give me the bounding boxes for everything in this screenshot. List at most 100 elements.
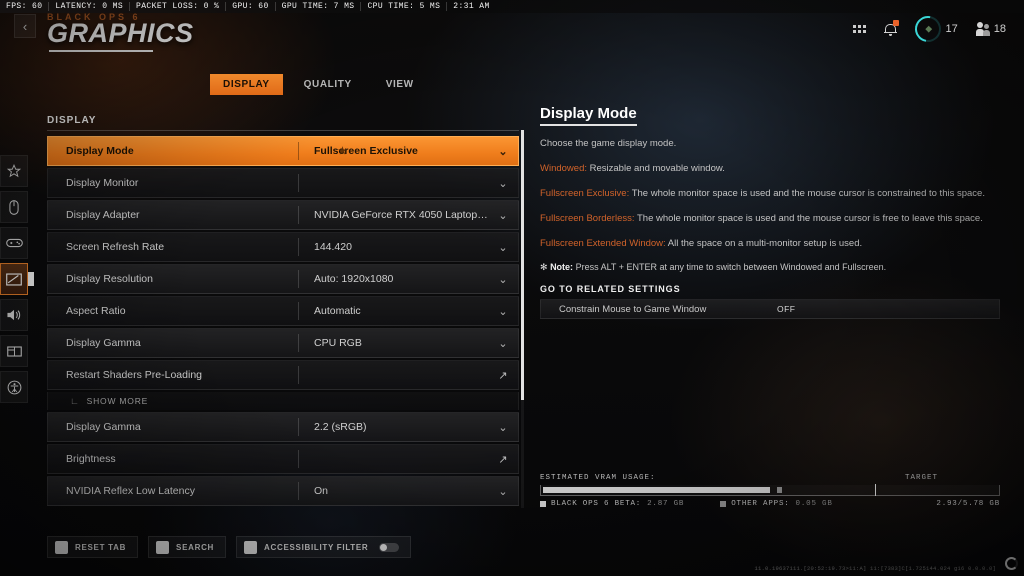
notifications-button[interactable] <box>883 19 899 37</box>
detail-mode-text: The whole monitor space is used and the … <box>631 187 985 199</box>
sidebar-item-general[interactable] <box>0 155 28 187</box>
settings-list: DISPLAY Display Mode ★ Fullscreen Exclus… <box>47 115 519 508</box>
search-label: SEARCH <box>176 542 215 552</box>
detail-mode-fullscreen-extended-window: Fullscreen Extended Window: All the spac… <box>540 238 1000 250</box>
graphics-settings-screen: FPS: 60 LATENCY: 0 MS PACKET LOSS: 0 % G… <box>0 0 1024 576</box>
show-more-button[interactable]: ∟ SHOW MORE <box>47 392 519 410</box>
detail-mode-key: Fullscreen Extended Window: <box>540 237 666 249</box>
star-icon <box>7 164 21 178</box>
external-link-icon[interactable]: ↗ <box>488 369 518 382</box>
vram-legend-other: OTHER APPS: 0.05 GB <box>720 500 832 508</box>
setting-label: Display Adapter <box>66 209 140 221</box>
bell-icon <box>883 19 899 37</box>
chevron-down-icon[interactable]: ⌄ <box>488 421 518 434</box>
vram-usage-meter: ESTIMATED VRAM USAGE: TARGET BLACK OPS 6… <box>540 474 1000 508</box>
detail-note-label: Note: <box>550 262 574 273</box>
favorite-star-icon[interactable]: ★ <box>338 146 347 157</box>
setting-row-restart-shaders-preloading[interactable]: Restart Shaders Pre-Loading ↗ <box>47 360 519 390</box>
search-button[interactable]: SEARCH <box>148 536 227 558</box>
chevron-down-icon[interactable]: ⌄ <box>488 209 518 222</box>
setting-label: Display Resolution <box>66 273 153 285</box>
setting-label: Screen Refresh Rate <box>66 241 165 253</box>
vram-target-label: TARGET <box>904 474 938 482</box>
external-link-icon[interactable]: ↗ <box>488 453 518 466</box>
stat-clock: 2:31 AM <box>446 2 495 11</box>
scrollbar-thumb[interactable] <box>521 130 524 400</box>
notification-badge <box>892 19 899 26</box>
detail-note-text: Press ALT + ENTER at any time to switch … <box>575 262 887 273</box>
vram-game-value: 2.87 GB <box>647 500 685 508</box>
tab-quality[interactable]: QUALITY <box>291 74 365 95</box>
list-section-title: DISPLAY <box>47 115 519 131</box>
accessibility-filter-button[interactable]: ACCESSIBILITY FILTER <box>236 536 412 558</box>
setting-value: 2.2 (sRGB) <box>314 421 367 433</box>
sidebar-item-controller[interactable] <box>0 227 28 259</box>
tab-display-label: DISPLAY <box>223 79 270 90</box>
setting-row-screen-refresh-rate[interactable]: Screen Refresh Rate 144.420 ⌄ <box>47 232 519 262</box>
setting-row-aspect-ratio[interactable]: Aspect Ratio Automatic ⌄ <box>47 296 519 326</box>
grid-icon <box>852 25 866 33</box>
setting-row-display-mode[interactable]: Display Mode ★ Fullscreen Exclusive ⌄ <box>47 136 519 166</box>
chevron-down-icon[interactable]: ⌄ <box>488 337 518 350</box>
setting-value: Automatic <box>314 305 361 317</box>
tab-display[interactable]: DISPLAY <box>210 74 283 95</box>
interface-icon <box>6 345 22 357</box>
related-setting-constrain-mouse[interactable]: Constrain Mouse to Game Window OFF <box>540 299 1000 320</box>
tab-quality-label: QUALITY <box>303 79 352 90</box>
asterisk-icon: ✻ <box>540 262 548 273</box>
display-icon <box>6 272 22 286</box>
accessibility-filter-toggle[interactable] <box>379 542 400 552</box>
setting-row-display-resolution[interactable]: Display Resolution Auto: 1920x1080 ⌄ <box>47 264 519 294</box>
legend-swatch-game <box>540 501 546 507</box>
vram-game-label: BLACK OPS 6 BETA: <box>551 500 642 508</box>
setting-row-display-gamma-srgb[interactable]: Display Gamma 2.2 (sRGB) ⌄ <box>47 412 519 442</box>
chevron-down-icon[interactable]: ⌄ <box>488 145 518 158</box>
reset-tab-button[interactable]: RESET TAB <box>47 536 139 558</box>
chevron-down-icon[interactable]: ⌄ <box>488 305 518 318</box>
settings-scrollbar[interactable] <box>521 130 524 508</box>
setting-row-nvidia-reflex-low-latency[interactable]: NVIDIA Reflex Low Latency On ⌄ <box>47 476 519 506</box>
setting-row-display-gamma[interactable]: Display Gamma CPU RGB ⌄ <box>47 328 519 358</box>
sidebar-item-controls[interactable] <box>0 191 28 223</box>
chevron-down-icon[interactable]: ⌄ <box>488 241 518 254</box>
sidebar-item-graphics[interactable] <box>0 263 28 295</box>
setting-label: Display Gamma <box>66 421 141 433</box>
setting-value: Auto: 1920x1080 <box>314 273 394 285</box>
accessibility-filter-label: ACCESSIBILITY FILTER <box>264 542 369 552</box>
detail-note: ✻ Note: Press ALT + ENTER at any time to… <box>540 262 1000 273</box>
stat-fps: FPS: 60 <box>6 2 43 11</box>
player-rank[interactable]: ◆ 17 <box>909 10 958 48</box>
row-divider <box>298 174 299 192</box>
stat-gpu: GPU: 60 <box>225 2 274 11</box>
tab-view-label: VIEW <box>385 79 414 90</box>
detail-mode-fullscreen-exclusive: Fullscreen Exclusive: The whole monitor … <box>540 188 1000 200</box>
stat-gpu-time: GPU TIME: 7 MS <box>274 2 361 11</box>
vram-legend-game: BLACK OPS 6 BETA: 2.87 GB <box>540 500 684 508</box>
apps-button[interactable] <box>852 25 866 33</box>
loading-spinner-icon <box>1005 557 1018 570</box>
hud-tray: ◆ 17 18 <box>852 10 1006 48</box>
sidebar-item-accessibility[interactable] <box>0 371 28 403</box>
sidebar-item-interface[interactable] <box>0 335 28 367</box>
back-button[interactable]: ‹ <box>14 14 36 38</box>
build-version-string: 11.0.19637111.[20:52:19.73>11:A] 11:[738… <box>754 565 996 572</box>
setting-row-display-adapter[interactable]: Display Adapter NVIDIA GeForce RTX 4050 … <box>47 200 519 230</box>
chevron-down-icon[interactable]: ⌄ <box>488 485 518 498</box>
rank-level-label: 17 <box>945 23 958 35</box>
setting-value: On <box>314 485 329 497</box>
vram-fill-game <box>543 487 771 493</box>
sidebar-item-audio[interactable] <box>0 299 28 331</box>
tab-view[interactable]: VIEW <box>373 74 427 95</box>
rank-ring-icon: ◆ <box>909 10 946 48</box>
chevron-down-icon[interactable]: ⌄ <box>488 177 518 190</box>
chevron-down-icon[interactable]: ⌄ <box>488 273 518 286</box>
related-setting-value: OFF <box>777 304 796 315</box>
mouse-icon <box>9 199 19 215</box>
setting-label: Display Gamma <box>66 337 141 349</box>
setting-label: Display Mode <box>66 145 134 157</box>
setting-row-display-monitor[interactable]: Display Monitor ⌄ <box>47 168 519 198</box>
setting-row-brightness[interactable]: Brightness ↗ <box>47 444 519 474</box>
friends-button[interactable]: 18 <box>975 22 1006 36</box>
vram-header: ESTIMATED VRAM USAGE: TARGET <box>540 474 1000 482</box>
setting-value: Fullscreen Exclusive <box>314 145 418 157</box>
